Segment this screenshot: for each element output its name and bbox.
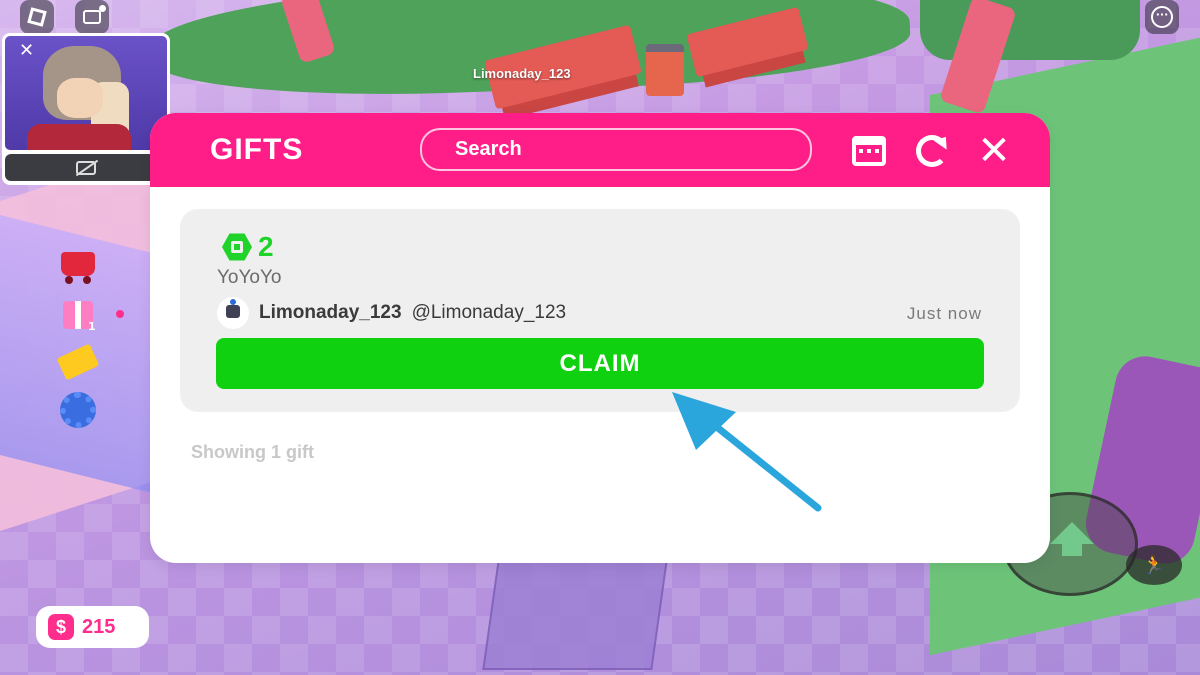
currency-display[interactable]: $ 215 xyxy=(36,606,149,648)
avatar-camera-panel: ✕ xyxy=(2,33,170,185)
close-modal-button[interactable]: ✕ xyxy=(975,128,1013,174)
chat-icon xyxy=(83,5,106,24)
modal-title: GIFTS xyxy=(210,133,304,166)
shop-cart-icon xyxy=(61,252,95,284)
search-input[interactable]: Search xyxy=(420,128,812,171)
grass-strip xyxy=(920,0,1140,60)
roblox-menu-button[interactable] xyxy=(20,0,54,34)
gift-count-text: Showing 1 gift xyxy=(191,442,314,462)
sender-display-name: Limonaday_123 xyxy=(259,302,402,323)
avatar-face xyxy=(57,78,103,118)
player-name-tag: Limonaday_123 xyxy=(473,66,571,81)
close-icon: ✕ xyxy=(977,128,1011,174)
calendar-button[interactable] xyxy=(850,132,888,170)
sprint-button[interactable]: 🏃 xyxy=(1126,545,1182,585)
camera-close-icon[interactable]: ✕ xyxy=(19,40,34,61)
gifts-modal: GIFTS Search ✕ 2 YoYoYo Limonaday_123 @L… xyxy=(150,113,1050,563)
settings-gear-icon xyxy=(60,392,96,428)
camera-off-icon xyxy=(76,160,96,175)
robux-icon xyxy=(222,232,252,262)
jump-arrow-icon xyxy=(1050,522,1094,544)
trash-can xyxy=(646,44,684,96)
stone-slab xyxy=(482,560,668,670)
gift-count-badge: 1 xyxy=(88,320,96,333)
sender-avatar xyxy=(217,297,249,329)
dollar-icon: $ xyxy=(48,614,74,640)
gift-timestamp: Just now xyxy=(906,304,982,323)
sender-username: @Limonaday_123 xyxy=(411,302,567,323)
gift-message: YoYoYo xyxy=(217,267,282,288)
currency-amount: 215 xyxy=(82,615,116,638)
tickets-button[interactable] xyxy=(56,342,100,382)
jump-arrow-stem xyxy=(1062,542,1082,556)
calendar-icon xyxy=(852,136,886,166)
shop-button[interactable] xyxy=(56,244,100,284)
running-person-icon: 🏃 xyxy=(1142,554,1166,576)
avatar-camera-view: ✕ xyxy=(5,36,167,150)
chat-button[interactable] xyxy=(75,0,109,34)
camera-toggle-button[interactable] xyxy=(5,154,167,181)
robux-amount: 2 xyxy=(258,231,274,262)
more-options-icon: ··· xyxy=(1151,6,1173,28)
refresh-icon xyxy=(916,135,948,167)
pointer-arrow-icon xyxy=(672,392,822,512)
settings-button[interactable] xyxy=(56,390,100,430)
gift-amount: 2 xyxy=(222,231,274,263)
claim-button[interactable]: CLAIM xyxy=(216,338,984,389)
more-options-button[interactable]: ··· xyxy=(1145,0,1179,34)
avatar-shirt xyxy=(27,124,131,150)
notification-dot xyxy=(116,310,124,318)
gifts-modal-header: GIFTS Search ✕ xyxy=(150,113,1050,187)
ticket-icon xyxy=(56,343,100,381)
gift-sender: Limonaday_123 @Limonaday_123 xyxy=(217,297,566,329)
roblox-logo-icon xyxy=(27,7,47,27)
refresh-button[interactable] xyxy=(913,132,951,170)
gift-card: 2 YoYoYo Limonaday_123 @Limonaday_123 Ju… xyxy=(180,209,1020,412)
